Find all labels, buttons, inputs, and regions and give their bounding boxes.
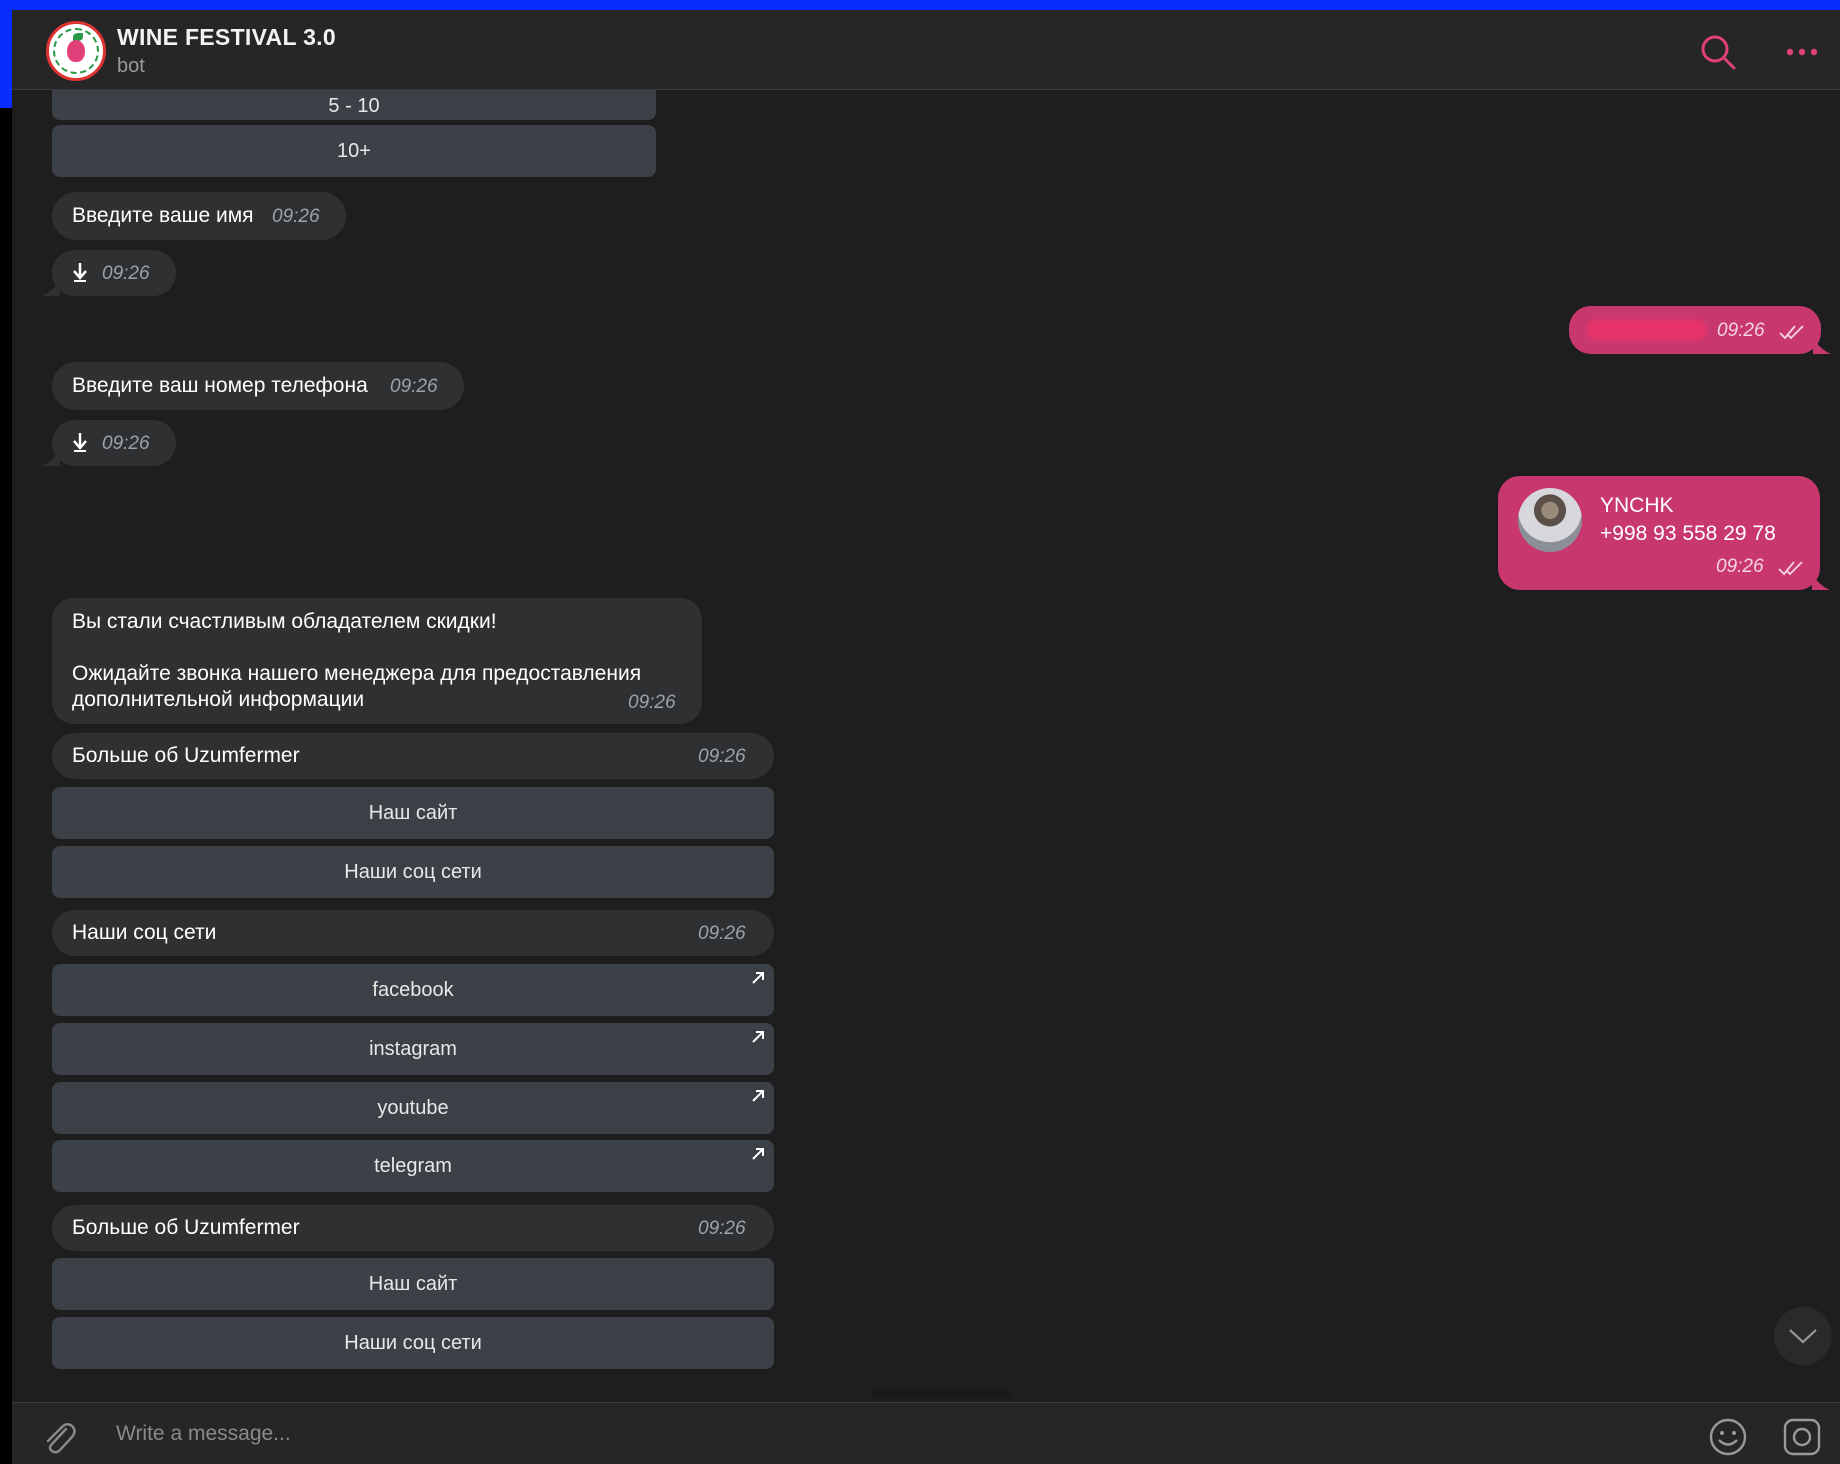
external-link-icon xyxy=(752,1148,764,1160)
keyboard-button-label: Наши соц сети xyxy=(344,860,482,883)
double-check-icon xyxy=(1779,325,1804,340)
message-text: Введите ваш номер телефона xyxy=(72,374,368,397)
keyboard-button-youtube[interactable]: youtube xyxy=(52,1082,774,1134)
keyboard-button-label: youtube xyxy=(377,1096,449,1119)
incoming-message[interactable]: Введите ваше имя 09:26 xyxy=(52,192,346,240)
message-text-line: дополнительной информации xyxy=(72,688,365,711)
message-text: Больше об Uzumfermer xyxy=(72,1216,300,1239)
emoji-icon[interactable] xyxy=(1708,1417,1748,1457)
incoming-file-message[interactable]: 09:26 xyxy=(42,420,176,466)
message-time: 09:26 xyxy=(102,263,150,284)
scroll-to-bottom-button[interactable] xyxy=(1774,1307,1832,1365)
outgoing-message[interactable]: 09:26 xyxy=(1569,306,1831,354)
download-icon[interactable] xyxy=(72,432,88,452)
resize-handle[interactable] xyxy=(872,1390,1012,1398)
avatar-grape xyxy=(67,40,85,62)
bot-avatar[interactable] xyxy=(46,21,106,81)
bubble-tail xyxy=(1812,574,1830,590)
keyboard-button-label: 10+ xyxy=(337,139,371,162)
message-text: Введите ваше имя xyxy=(72,204,254,227)
top-frame-edge xyxy=(0,0,1840,10)
message-time: 09:26 xyxy=(272,206,320,227)
keyboard-button-instagram[interactable]: instagram xyxy=(52,1023,774,1075)
keyboard-button[interactable]: 5 - 10 xyxy=(52,90,656,120)
more-icon[interactable] xyxy=(1782,32,1822,72)
incoming-message[interactable]: Наши соц сети 09:26 xyxy=(52,910,774,956)
message-text: Больше об Uzumfermer xyxy=(72,744,300,767)
keyboard-button-label: Наши соц сети xyxy=(344,1331,482,1354)
incoming-message[interactable]: Введите ваш номер телефона 09:26 xyxy=(52,362,464,410)
bubble-tail xyxy=(42,280,60,296)
keyboard-button-our-social[interactable]: Наши соц сети xyxy=(52,1317,774,1369)
keyboard-button-label: Наш сайт xyxy=(368,801,458,824)
bubble-tail xyxy=(42,450,60,466)
message-time: 09:26 xyxy=(628,692,676,713)
outgoing-contact-message[interactable]: YNCHK +998 93 558 29 78 09:26 xyxy=(1498,476,1830,590)
redacted-text xyxy=(1587,320,1707,340)
message-text: Наши соц сети xyxy=(72,921,217,944)
chevron-down-icon xyxy=(1789,1329,1817,1344)
keyboard-button-our-site[interactable]: Наш сайт xyxy=(52,1258,774,1310)
external-link-icon xyxy=(752,972,764,984)
contact-phone[interactable]: +998 93 558 29 78 xyxy=(1600,522,1776,546)
message-time: 09:26 xyxy=(1716,556,1764,577)
keyboard-button-facebook[interactable]: facebook xyxy=(52,964,774,1016)
keyboard-button[interactable]: 10+ xyxy=(52,125,656,177)
search-icon[interactable] xyxy=(1698,32,1738,72)
keyboard-button-our-social[interactable]: Наши соц сети xyxy=(52,846,774,898)
message-composer xyxy=(12,1402,1840,1464)
keyboard-button-label: Наш сайт xyxy=(368,1272,458,1295)
message-time: 09:26 xyxy=(698,923,746,944)
incoming-message[interactable]: Вы стали счастливым обладателем скидки! … xyxy=(52,598,702,724)
attach-icon[interactable] xyxy=(38,1417,78,1457)
keyboard-button-label: 5 - 10 xyxy=(328,94,380,117)
chat-subtitle: bot xyxy=(117,55,145,77)
message-time: 09:26 xyxy=(698,1218,746,1239)
bubble-tail xyxy=(1813,338,1831,354)
message-time: 09:26 xyxy=(1717,320,1765,341)
keyboard-button-label: facebook xyxy=(372,978,454,1001)
message-text-line: Вы стали счастливым обладателем скидки! xyxy=(72,610,497,633)
message-text-line: Ожидайте звонка нашего менеджера для пре… xyxy=(72,662,642,685)
message-list[interactable]: 5 - 10 10+ Введите ваше имя 09:26 09:26 … xyxy=(12,90,1840,1402)
sticker-icon[interactable] xyxy=(1782,1417,1822,1457)
keyboard-button-our-site[interactable]: Наш сайт xyxy=(52,787,774,839)
chat-window: WINE FESTIVAL 3.0 bot 5 - 10 10+ Введите… xyxy=(12,10,1840,1464)
left-frame-edge xyxy=(0,0,12,108)
contact-avatar[interactable] xyxy=(1518,488,1582,552)
incoming-file-message[interactable]: 09:26 xyxy=(42,250,176,296)
contact-name: YNCHK xyxy=(1600,494,1674,517)
message-time: 09:26 xyxy=(698,746,746,767)
double-check-icon xyxy=(1778,561,1803,576)
chat-header: WINE FESTIVAL 3.0 bot xyxy=(12,10,1840,90)
keyboard-button-label: instagram xyxy=(369,1037,457,1060)
incoming-message[interactable]: Больше об Uzumfermer 09:26 xyxy=(52,1205,774,1251)
external-link-icon xyxy=(752,1090,764,1102)
keyboard-button-label: telegram xyxy=(374,1154,452,1177)
download-icon[interactable] xyxy=(72,262,88,282)
incoming-message[interactable]: Больше об Uzumfermer 09:26 xyxy=(52,733,774,779)
external-link-icon xyxy=(752,1031,764,1043)
message-time: 09:26 xyxy=(102,433,150,454)
chat-title[interactable]: WINE FESTIVAL 3.0 xyxy=(117,24,336,51)
message-input[interactable] xyxy=(116,1415,1616,1453)
keyboard-button-telegram[interactable]: telegram xyxy=(52,1140,774,1192)
message-time: 09:26 xyxy=(390,376,438,397)
